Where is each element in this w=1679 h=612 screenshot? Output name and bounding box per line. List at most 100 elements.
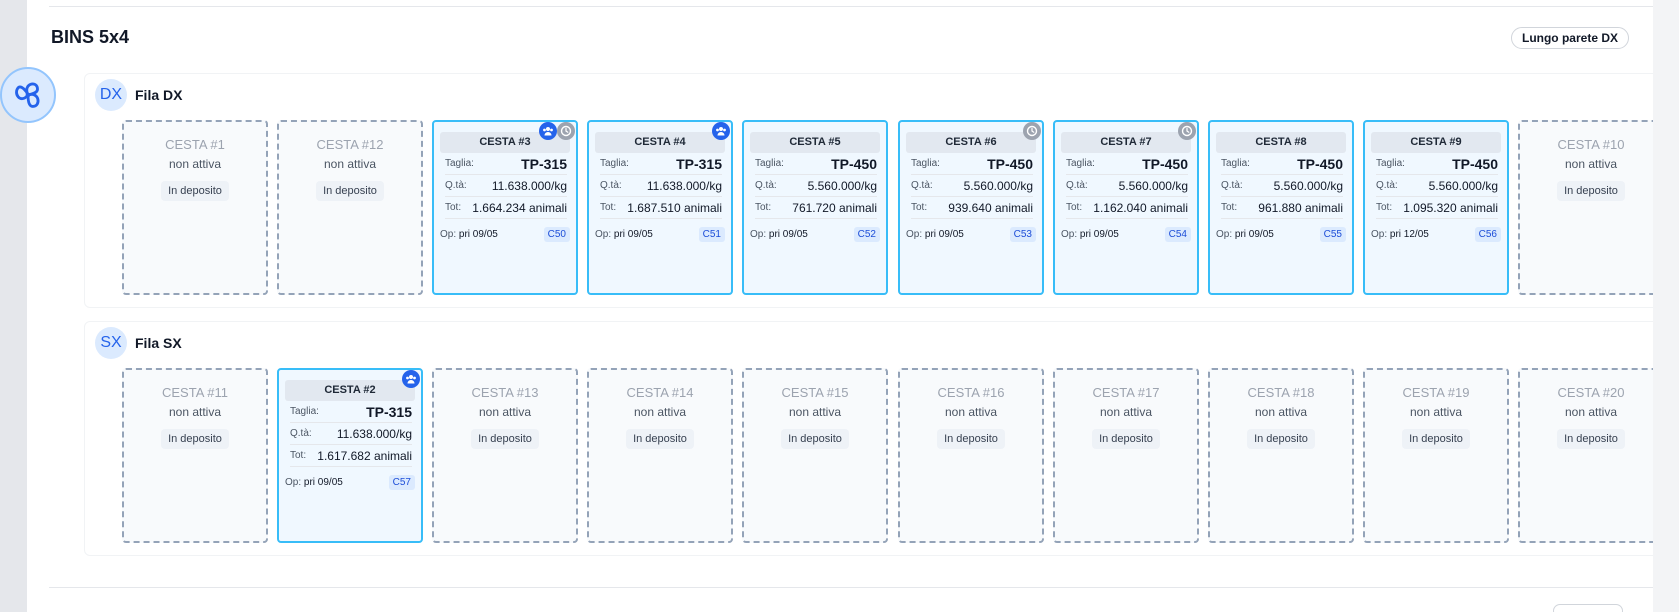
next-section-button[interactable] [1553,604,1623,612]
cycle-code-badge[interactable]: C56 [1474,227,1501,242]
size-value: TP-315 [521,155,567,172]
total-row: Tot: 1.617.682 animali [290,445,412,467]
operation-date-value: pri 09/05 [1234,229,1274,240]
clock-icon[interactable] [1023,122,1041,140]
total-value: 961.880 animali [1258,200,1343,215]
basket-status: non attiva [633,405,687,419]
basket-card[interactable]: CESTA #7 Taglia: TP-450 Q.tà: 5.560.000/kg To… [1053,120,1199,295]
basket-footer: Op: pri 09/05 C51 [595,227,725,242]
deposit-badge: In deposito [1557,181,1625,201]
basket-footer: Op: pri 09/05 C57 [285,475,415,490]
quantity-value: 5.560.000/kg [1428,178,1498,193]
quantity-value: 5.560.000/kg [807,178,877,193]
basket-card[interactable]: CESTA #1 non attiva In deposito [122,120,268,295]
size-row: Taglia: TP-450 [1066,153,1188,175]
basket-title: CESTA #6 [906,132,1036,153]
quantity-row: Q.tà: 5.560.000/kg [755,175,877,197]
basket-card[interactable]: CESTA #16 non attiva In deposito [898,368,1044,543]
total-row: Tot: 939.640 animali [911,197,1033,219]
operation-label: Op: [1371,229,1388,240]
cycle-code-badge[interactable]: C50 [543,227,570,242]
basket-status: non attiva [1099,405,1153,419]
size-label: Taglia: [911,158,940,169]
cycle-code-badge[interactable]: C57 [388,475,415,490]
basket-status: non attiva [1564,405,1618,419]
basket-card[interactable]: CESTA #12 non attiva In deposito [277,120,423,295]
basket-title: CESTA #17 [1092,385,1160,400]
deposit-badge: In deposito [316,181,384,201]
basket-status: non attiva [944,405,998,419]
basket-title: CESTA #14 [626,385,694,400]
basket-footer: Op: pri 09/05 C54 [1061,227,1191,242]
basket-card[interactable]: CESTA #6 Taglia: TP-450 Q.tà: 5.560.000/kg To… [898,120,1044,295]
basket-card[interactable]: CESTA #19 non attiva In deposito [1363,368,1509,543]
basket-card[interactable]: CESTA #5 Taglia: TP-450 Q.tà: 5.560.000/kg To… [742,120,888,295]
basket-card[interactable]: CESTA #11 non attiva In deposito [122,368,268,543]
quantity-value: 5.560.000/kg [963,178,1033,193]
quantity-label: Q.tà: [1376,180,1398,191]
operation-date: Op: pri 09/05 [440,229,498,240]
size-label: Taglia: [1221,158,1250,169]
size-label: Taglia: [290,406,319,417]
total-row: Tot: 1.095.320 animali [1376,197,1498,219]
cycle-code-badge[interactable]: C51 [698,227,725,242]
basket-card[interactable]: CESTA #10 non attiva In deposito [1518,120,1664,295]
basket-status: non attiva [323,157,377,171]
operation-date: Op: pri 09/05 [750,229,808,240]
size-label: Taglia: [600,158,629,169]
basket-card[interactable]: CESTA #13 non attiva In deposito [432,368,578,543]
wall-position-badge[interactable]: Lungo parete DX [1510,27,1629,49]
basket-status: non attiva [168,405,222,419]
operation-date-value: pri 12/05 [1389,229,1429,240]
group-icon[interactable] [539,122,557,140]
total-row: Tot: 1.664.234 animali [445,197,567,219]
section-title: BINS 5x4 [51,27,130,47]
size-row: Taglia: TP-450 [1221,153,1343,175]
basket-title: CESTA #11 [162,385,228,400]
operation-date-value: pri 09/05 [924,229,964,240]
basket-card[interactable]: CESTA #15 non attiva In deposito [742,368,888,543]
basket-title: CESTA #7 [1061,132,1191,153]
deposit-badge: In deposito [1557,429,1625,449]
basket-title: CESTA #2 [285,380,415,401]
size-label: Taglia: [445,158,474,169]
basket-status: non attiva [1409,405,1463,419]
operation-label: Op: [906,229,923,240]
cycle-code-badge[interactable]: C55 [1319,227,1346,242]
deposit-badge: In deposito [626,429,694,449]
deposit-badge: In deposito [161,181,229,201]
cycle-code-badge[interactable]: C54 [1164,227,1191,242]
right-rail [1653,0,1679,612]
basket-card[interactable]: CESTA #17 non attiva In deposito [1053,368,1199,543]
deposit-badge: In deposito [1092,429,1160,449]
total-value: 1.095.320 animali [1403,200,1498,215]
cycle-code-badge[interactable]: C52 [853,227,880,242]
basket-card[interactable]: CESTA #2 Taglia: TP-315 Q.tà: 11.638.000/kg T… [277,368,423,543]
group-icon[interactable] [402,370,420,388]
total-label: Tot: [911,202,928,213]
clock-icon[interactable] [557,122,575,140]
size-label: Taglia: [1066,158,1095,169]
basket-title: CESTA #12 [316,137,384,152]
size-value: TP-450 [987,155,1033,172]
basket-card[interactable]: CESTA #8 Taglia: TP-450 Q.tà: 5.560.000/kg To… [1208,120,1354,295]
row-dx: DX Fila DX CESTA #1 non attiva In deposito… [84,73,1676,308]
basket-card[interactable]: CESTA #9 Taglia: TP-450 Q.tà: 5.560.000/kg To… [1363,120,1509,295]
operation-label: Op: [750,229,767,240]
cycle-code-badge[interactable]: C53 [1009,227,1036,242]
fan-icon[interactable] [0,67,56,123]
size-value: TP-450 [831,155,877,172]
basket-card[interactable]: CESTA #14 non attiva In deposito [587,368,733,543]
total-label: Tot: [290,450,307,461]
basket-card[interactable]: CESTA #3 Taglia: TP-315 Q.tà: 11.638.000/kg T… [432,120,578,295]
basket-title: CESTA #1 [165,137,225,152]
basket-card[interactable]: CESTA #4 Taglia: TP-315 Q.tà: 11.638.000/kg T… [587,120,733,295]
row-sx: SX Fila SX CESTA #11 non attiva In deposit… [84,321,1676,556]
basket-title: CESTA #9 [1371,132,1501,153]
deposit-badge: In deposito [781,429,849,449]
basket-card[interactable]: CESTA #18 non attiva In deposito [1208,368,1354,543]
clock-icon[interactable] [1178,122,1196,140]
group-icon[interactable] [712,122,730,140]
row-badge: SX [95,327,127,359]
basket-card[interactable]: CESTA #20 non attiva In deposito [1518,368,1664,543]
